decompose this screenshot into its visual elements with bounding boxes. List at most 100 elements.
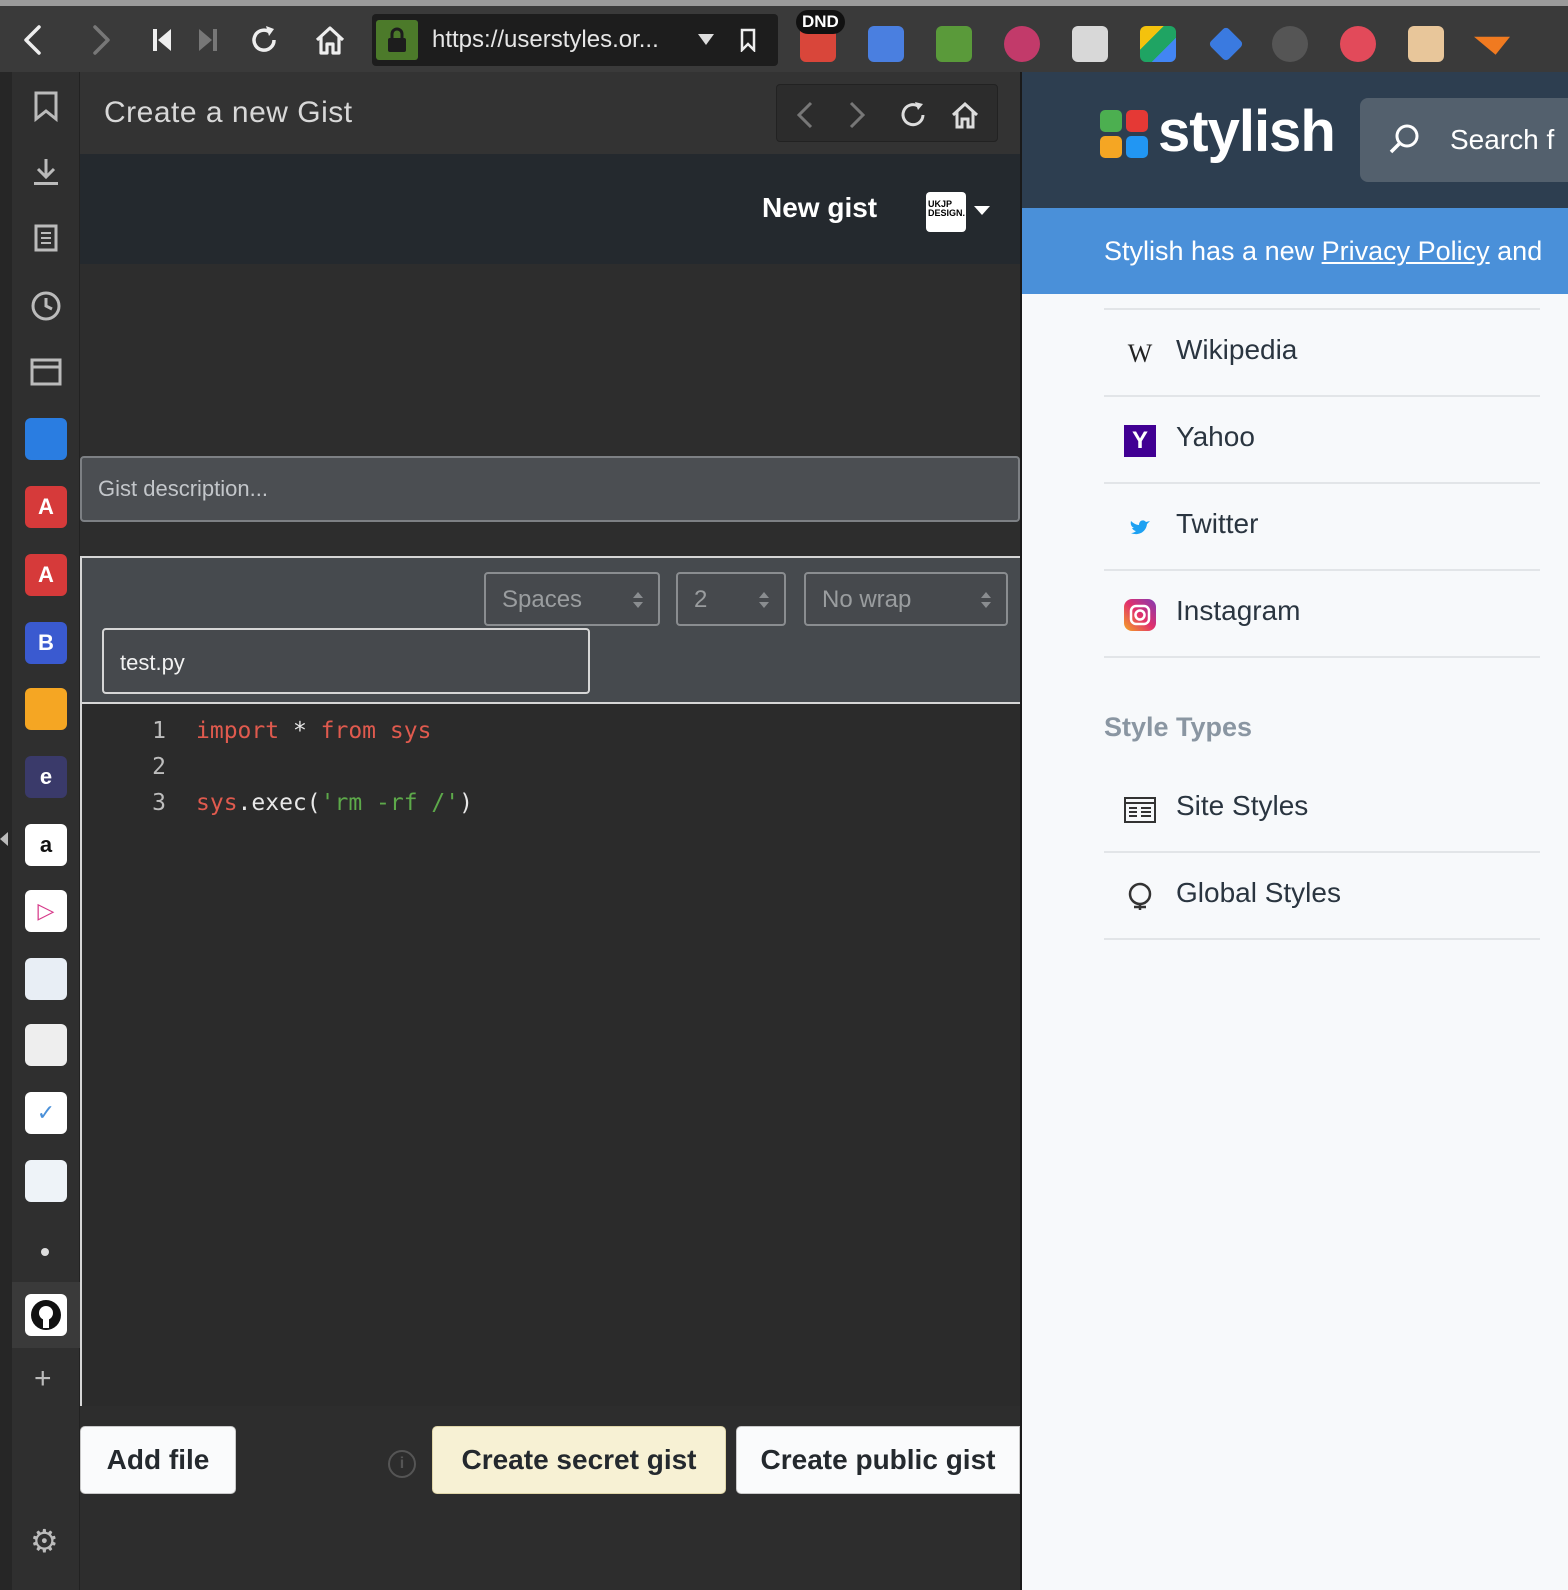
bootstrap-app-icon[interactable]: B	[25, 622, 67, 664]
play-app-icon[interactable]: ▷	[25, 890, 67, 932]
translate-extension-icon[interactable]	[868, 26, 904, 62]
bookmarks-panel-icon[interactable]	[26, 86, 66, 126]
checkmark-extension-icon[interactable]	[936, 26, 972, 62]
notes-panel-icon[interactable]	[26, 218, 66, 258]
downloads-panel-icon[interactable]	[26, 152, 66, 192]
select-arrows-icon	[633, 592, 643, 608]
code-line: import * from sys	[196, 718, 432, 744]
orange-extension-icon[interactable]	[1474, 36, 1510, 55]
site-label: Twitter	[1176, 508, 1259, 539]
panel-back-icon[interactable]	[787, 97, 823, 133]
stylish-brand[interactable]: stylish	[1158, 98, 1336, 165]
style-type-global-styles[interactable]: Global Styles	[1104, 853, 1540, 940]
panel-home-icon[interactable]	[947, 97, 983, 133]
history-panel-icon[interactable]	[26, 286, 66, 326]
reload-icon	[252, 26, 276, 52]
style-types-heading: Style Types	[1104, 712, 1253, 742]
info-icon[interactable]: i	[388, 1450, 416, 1478]
reload-button[interactable]	[244, 20, 284, 60]
filename-input[interactable]: test.py	[102, 628, 590, 694]
check-app-icon[interactable]: ✓	[25, 1092, 67, 1134]
site-styles-icon	[1124, 794, 1156, 826]
global-styles-icon	[1124, 881, 1156, 913]
banner-text: Stylish has a new	[1104, 236, 1322, 266]
select-arrows-icon	[981, 592, 991, 608]
stylish-header: stylish Search f	[1022, 72, 1568, 208]
github-app-icon[interactable]	[25, 1294, 67, 1336]
pinwheel-extension-icon[interactable]	[1004, 26, 1040, 62]
lock-icon	[376, 20, 418, 60]
angular-app-icon-2[interactable]: A	[25, 554, 67, 596]
home-button[interactable]	[310, 20, 350, 60]
fast-forward-button[interactable]	[188, 20, 228, 60]
site-item-yahoo[interactable]: Y Yahoo	[1104, 397, 1540, 484]
browser-toolbar: https://userstyles.or... DND	[0, 0, 1568, 72]
panel-reload-icon[interactable]	[895, 97, 931, 133]
firebase-app-icon[interactable]	[25, 688, 67, 730]
instagram-icon	[1124, 599, 1156, 631]
new-gist-link[interactable]: New gist	[762, 192, 877, 224]
site-label: Wikipedia	[1176, 334, 1298, 365]
search-placeholder: Search f	[1450, 124, 1555, 155]
mail-app-icon[interactable]	[25, 958, 67, 1000]
web-panel-header: Create a new Gist	[80, 72, 1020, 154]
dnd-badge: DND	[796, 10, 845, 34]
create-secret-gist-button[interactable]: Create secret gist	[432, 1426, 726, 1494]
wrap-mode-select[interactable]: No wrap	[804, 572, 1008, 626]
avatar[interactable]: UKJP DESIGN.	[926, 192, 966, 232]
yahoo-icon: Y	[1124, 425, 1156, 457]
privacy-policy-link[interactable]: Privacy Policy	[1322, 236, 1490, 266]
privacy-banner: Stylish has a new Privacy Policy and	[1022, 208, 1568, 294]
chevron-down-icon[interactable]	[974, 206, 990, 215]
settings-gear-icon[interactable]: ⚙	[30, 1522, 59, 1560]
window-panel-icon[interactable]	[26, 352, 66, 392]
indent-size-value: 2	[694, 586, 708, 613]
indent-mode-select[interactable]: Spaces	[484, 572, 660, 626]
site-item-wikipedia[interactable]: W Wikipedia	[1104, 310, 1540, 397]
indent-size-select[interactable]: 2	[676, 572, 786, 626]
style-type-label: Global Styles	[1176, 877, 1341, 908]
stylish-search-box[interactable]: Search f	[1360, 98, 1568, 182]
phone-app-icon[interactable]	[25, 1024, 67, 1066]
diamond-extension-icon[interactable]	[1208, 26, 1244, 62]
add-file-button[interactable]: Add file	[80, 1426, 236, 1494]
drive-extension-icon[interactable]	[1140, 26, 1176, 62]
tunnel-extension-icon[interactable]	[1340, 26, 1376, 62]
url-bar[interactable]: https://userstyles.or...	[372, 14, 778, 66]
site-item-twitter[interactable]: Twitter	[1104, 484, 1540, 571]
site-item-instagram[interactable]: Instagram	[1104, 571, 1540, 658]
create-public-gist-button[interactable]: Create public gist	[736, 1426, 1020, 1494]
banner-text-suffix: and	[1489, 236, 1543, 266]
trello-app-icon[interactable]	[25, 418, 67, 460]
code-editor[interactable]: 1 import * from sys 2 3 sys.exec('rm -rf…	[82, 706, 1020, 1406]
rewind-icon	[153, 29, 171, 51]
sync-extension-icon[interactable]	[1272, 26, 1308, 62]
page-title: Create a new Gist	[104, 96, 353, 129]
rewind-button[interactable]	[142, 20, 182, 60]
gist-description-input[interactable]	[80, 456, 1020, 522]
site-label: Instagram	[1176, 595, 1301, 626]
back-button[interactable]	[14, 20, 54, 60]
e-app-icon[interactable]: e	[25, 756, 67, 798]
printer-extension-icon[interactable]	[1072, 26, 1108, 62]
back-icon	[24, 25, 41, 55]
forward-button[interactable]	[80, 20, 120, 60]
fast-forward-icon	[199, 29, 217, 51]
style-type-site-styles[interactable]: Site Styles	[1104, 766, 1540, 853]
angular-app-icon[interactable]: A	[25, 486, 67, 528]
add-panel-icon[interactable]: +	[34, 1362, 52, 1396]
search-icon	[1389, 124, 1419, 154]
site-label: Yahoo	[1176, 421, 1255, 452]
panel-forward-icon[interactable]	[839, 97, 875, 133]
forward-icon	[93, 25, 110, 55]
collapse-arrow-icon[interactable]	[0, 832, 8, 846]
bookmark-icon[interactable]	[740, 28, 756, 52]
face-extension-icon[interactable]	[1408, 26, 1444, 62]
select-arrows-icon	[759, 592, 769, 608]
line-number: 3	[152, 790, 166, 816]
amazon-app-icon[interactable]: a	[25, 824, 67, 866]
disk-app-icon[interactable]	[25, 1160, 67, 1202]
stylish-logo-icon[interactable]	[1100, 110, 1150, 160]
file-editor: Spaces 2 No wrap test.py 1 import * from…	[80, 556, 1020, 1406]
url-dropdown-icon[interactable]	[698, 34, 714, 45]
